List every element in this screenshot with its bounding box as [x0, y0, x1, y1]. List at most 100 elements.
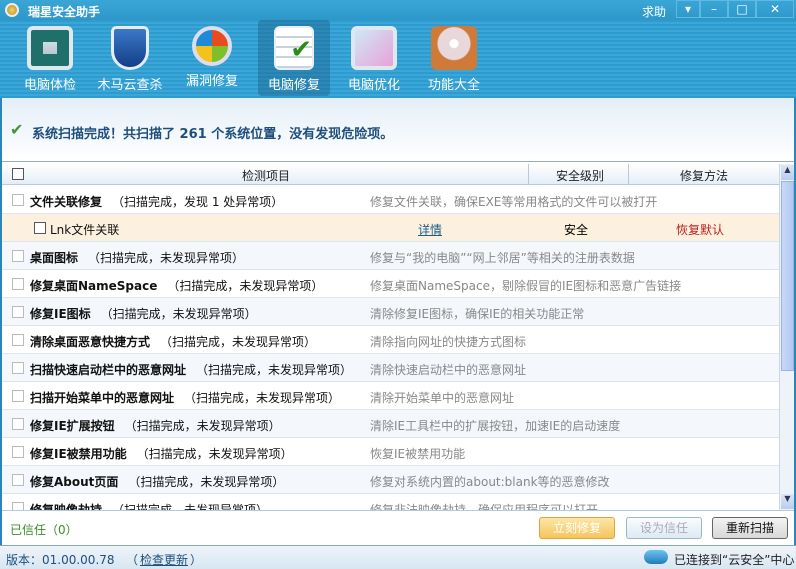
- tool-pc-repair[interactable]: ✔ 电脑修复: [258, 20, 330, 96]
- table-row[interactable]: 扫描快速启动栏中的恶意网址 （扫描完成，未发现异常项） 清除快速启动栏中的恶意网址: [2, 354, 779, 382]
- row-checkbox[interactable]: [12, 278, 24, 290]
- checklist-icon: ✔: [274, 26, 314, 70]
- item-title: 修复IE被禁用功能: [30, 447, 127, 461]
- menu-dropdown-button[interactable]: ▾: [676, 0, 700, 18]
- table-row[interactable]: 修复桌面NameSpace （扫描完成，未发现异常项） 修复桌面NameSpace，…: [2, 270, 779, 298]
- row-checkbox[interactable]: [12, 418, 24, 430]
- table-row[interactable]: 修复映像劫持 （扫描完成，未发现异常项） 修复非法映像劫持，确保应用程序可以打开: [2, 494, 779, 510]
- table-row[interactable]: 修复IE图标 （扫描完成，未发现异常项） 清除修复IE图标，确保IE的相关功能正常: [2, 298, 779, 326]
- check-update-link[interactable]: 检查更新: [140, 553, 188, 567]
- rescan-button[interactable]: 重新扫描: [712, 517, 788, 539]
- item-name: 文件关联修复 （扫描完成，发现 1 处异常项）: [30, 193, 283, 210]
- row-checkbox[interactable]: [12, 390, 24, 402]
- tool-pc-checkup[interactable]: 电脑体检: [14, 20, 86, 96]
- item-title: 修复IE扩展按钮: [30, 419, 115, 433]
- column-item[interactable]: 检测项目: [242, 167, 290, 184]
- cloud-connection-status: 已连接到“云安全”中心: [674, 553, 795, 567]
- tool-pc-optimize[interactable]: 电脑优化: [338, 20, 410, 96]
- tool-all-features[interactable]: 功能大全: [418, 20, 490, 96]
- item-name: 修复IE图标 （扫描完成，未发现异常项）: [30, 305, 257, 322]
- table-row[interactable]: 修复About页面 （扫描完成，未发现异常项） 修复对系统内置的about:blan…: [2, 466, 779, 494]
- scroll-up-icon[interactable]: ▲: [781, 165, 794, 180]
- scan-status-message: 系统扫描完成！共扫描了 261 个系统位置，没有发现危险项。: [32, 127, 394, 142]
- scan-status: （扫描完成，未发现异常项）: [112, 503, 269, 510]
- select-all-checkbox[interactable]: [12, 168, 24, 180]
- paren: ）: [190, 553, 203, 567]
- item-title: 扫描开始菜单中的恶意网址: [30, 391, 175, 405]
- item-description: 修复文件关联，确保EXE等常用格式的文件可以被打开: [370, 195, 658, 209]
- fix-now-button[interactable]: 立刻修复: [539, 517, 615, 539]
- set-trusted-button[interactable]: 设为信任: [626, 517, 702, 539]
- item-title: 修复IE图标: [30, 307, 91, 321]
- repair-panel: ✔ 系统扫描完成！共扫描了 261 个系统位置，没有发现危险项。 检测项目 安全…: [2, 98, 794, 545]
- item-name: Lnk文件关联: [50, 223, 120, 237]
- item-title: 修复桌面NameSpace: [30, 279, 158, 293]
- item-description: 清除指向网址的快捷方式图标: [370, 335, 527, 349]
- scan-status-banner: ✔ 系统扫描完成！共扫描了 261 个系统位置，没有发现危险项。: [2, 98, 794, 162]
- scan-status: （扫描完成，未发现异常项）: [124, 419, 281, 433]
- trusted-count-link[interactable]: 已信任（0）: [10, 521, 78, 538]
- minimize-button[interactable]: –: [700, 0, 728, 18]
- help-link[interactable]: 求助: [642, 3, 666, 20]
- row-checkbox[interactable]: [12, 362, 24, 374]
- column-method[interactable]: 修复方法: [680, 167, 728, 184]
- tool-vuln-repair[interactable]: 漏洞修复: [176, 20, 248, 96]
- scan-status: （扫描完成，未发现异常项）: [167, 279, 324, 293]
- tool-label: 功能大全: [427, 78, 480, 93]
- item-description: 清除IE工具栏中的扩展按钮，加速IE的启动速度: [370, 419, 621, 433]
- scan-status: （扫描完成，未发现异常项）: [196, 363, 353, 377]
- details-link[interactable]: 详情: [418, 221, 442, 238]
- magic-wand-monitor-icon: [351, 26, 397, 70]
- table-row[interactable]: 修复IE扩展按钮 （扫描完成，未发现异常项） 清除IE工具栏中的扩展按钮，加速IE的…: [2, 410, 779, 438]
- scroll-thumb[interactable]: [781, 181, 794, 371]
- item-title: 扫描快速启动栏中的恶意网址: [30, 363, 187, 377]
- table-row[interactable]: 清除桌面恶意快捷方式 （扫描完成，未发现异常项） 清除指向网址的快捷方式图标: [2, 326, 779, 354]
- item-description: 清除修复IE图标，确保IE的相关功能正常: [370, 307, 585, 321]
- windows-update-icon: [192, 26, 232, 66]
- table-row[interactable]: 文件关联修复 （扫描完成，发现 1 处异常项） 修复文件关联，确保EXE等常用格式的…: [2, 186, 779, 214]
- app-title: 瑞星安全助手: [28, 5, 101, 19]
- item-name: 修复IE扩展按钮 （扫描完成，未发现异常项）: [30, 417, 281, 434]
- cloud-icon: [644, 550, 668, 564]
- status-bar: 版本：01.00.00.78 （检查更新） 已连接到“云安全”中心: [0, 545, 796, 569]
- table-header: 检测项目 安全级别 修复方法: [2, 164, 779, 185]
- table-row[interactable]: 桌面图标 （扫描完成，未发现异常项） 修复与“我的电脑”“网上邻居”等相关的注册表数…: [2, 242, 779, 270]
- table-row[interactable]: 扫描开始菜单中的恶意网址 （扫描完成，未发现异常项） 清除开始菜单中的恶意网址: [2, 382, 779, 410]
- row-checkbox[interactable]: [12, 250, 24, 262]
- item-title: 清除桌面恶意快捷方式: [30, 335, 151, 349]
- row-checkbox[interactable]: [34, 222, 46, 234]
- item-name: 清除桌面恶意快捷方式 （扫描完成，未发现异常项）: [30, 333, 316, 350]
- paren: （: [125, 553, 138, 567]
- scan-status: （扫描完成，发现 1 处异常项）: [112, 195, 284, 209]
- tool-trojan-scan[interactable]: 木马云查杀: [94, 20, 166, 96]
- maximize-button[interactable]: □: [728, 0, 756, 18]
- scan-status: （扫描完成，未发现异常项）: [136, 447, 293, 461]
- row-checkbox[interactable]: [12, 194, 24, 206]
- item-name: 修复映像劫持 （扫描完成，未发现异常项）: [30, 501, 268, 510]
- scroll-down-icon[interactable]: ▼: [781, 494, 794, 509]
- sub-item-row[interactable]: Lnk文件关联 详情 安全 恢复默认: [2, 214, 779, 242]
- column-level[interactable]: 安全级别: [556, 167, 604, 184]
- version-text: 版本：01.00.00.78: [6, 553, 115, 567]
- scan-status: （扫描完成，未发现异常项）: [160, 335, 317, 349]
- item-name: 桌面图标 （扫描完成，未发现异常项）: [30, 249, 244, 266]
- row-checkbox[interactable]: [12, 306, 24, 318]
- item-description: 修复与“我的电脑”“网上邻居”等相关的注册表数据: [370, 251, 635, 265]
- table-row[interactable]: 修复IE被禁用功能 （扫描完成，未发现异常项） 恢复IE被禁用功能: [2, 438, 779, 466]
- item-description: 修复桌面NameSpace，剔除假冒的IE图标和恶意广告链接: [370, 279, 682, 293]
- item-title: 文件关联修复: [30, 195, 103, 209]
- item-description: 修复对系统内置的about:blank等的恶意修改: [370, 475, 610, 489]
- tool-label: 漏洞修复: [185, 74, 238, 89]
- row-checkbox[interactable]: [12, 474, 24, 486]
- row-checkbox[interactable]: [12, 502, 24, 510]
- safety-level: 安全: [564, 223, 589, 237]
- item-name: 扫描快速启动栏中的恶意网址 （扫描完成，未发现异常项）: [30, 361, 352, 378]
- row-checkbox[interactable]: [12, 334, 24, 346]
- close-button[interactable]: ✕: [756, 0, 794, 18]
- vertical-scrollbar[interactable]: ▲ ▼: [779, 164, 794, 510]
- scan-status: （扫描完成，未发现异常项）: [184, 391, 341, 405]
- monitor-pulse-icon: [27, 26, 73, 70]
- shield-icon: [111, 26, 149, 70]
- row-checkbox[interactable]: [12, 446, 24, 458]
- repair-items-list: 文件关联修复 （扫描完成，发现 1 处异常项） 修复文件关联，确保EXE等常用格式的…: [2, 186, 779, 510]
